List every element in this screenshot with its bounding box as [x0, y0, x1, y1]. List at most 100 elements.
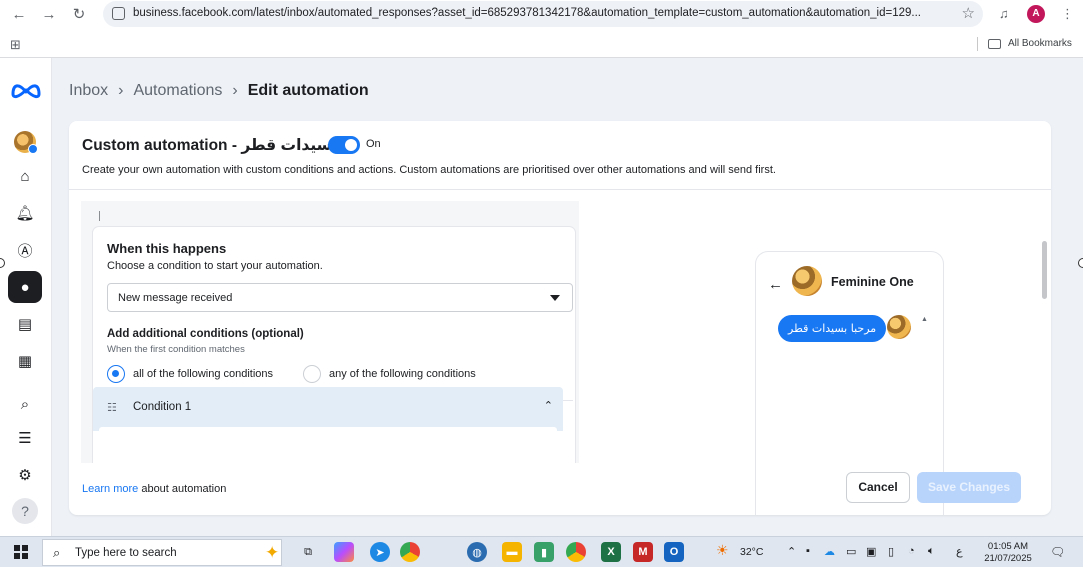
automation-editor[interactable]: When this happens Choose a condition to …: [81, 201, 579, 463]
windows-taskbar: ⌕ Type here to search ✦ ⧉ ➤ ◍ ▬ ▮ X M O …: [0, 536, 1083, 567]
preview-message-bubble: مرحبا بسيدات قطر: [778, 315, 887, 342]
clock[interactable]: 01:05 AM 21/07/2025: [980, 541, 1036, 565]
wifi-icon[interactable]: ◔: [908, 545, 915, 557]
store-app-icon[interactable]: ▮: [534, 542, 554, 562]
meta-logo-icon[interactable]: [10, 80, 42, 100]
chrome-icon[interactable]: [400, 542, 420, 562]
trigger-subtitle: Choose a condition to start your automat…: [107, 260, 323, 272]
help-icon[interactable]: ?: [12, 498, 38, 524]
automation-card: Custom automation - سيدات قطر On Create …: [69, 121, 1051, 515]
taskbar-search[interactable]: ⌕ Type here to search ✦: [42, 539, 282, 566]
tray-app-icon[interactable]: ▣: [866, 545, 876, 558]
planner-icon[interactable]: ▦: [8, 345, 42, 377]
onedrive-icon[interactable]: ☁: [824, 545, 835, 558]
cancel-button[interactable]: Cancel: [846, 472, 910, 503]
globe-app-icon[interactable]: ◍: [467, 542, 487, 562]
back-arrow-icon[interactable]: ←: [10, 6, 28, 24]
network-icon[interactable]: ▭: [846, 545, 856, 558]
folder-icon[interactable]: [988, 39, 1001, 49]
drag-handle-icon[interactable]: ☷: [107, 401, 117, 414]
notification-icon[interactable]: 🗨︎: [1050, 545, 1065, 559]
media-control-icon[interactable]: ♫: [999, 6, 1009, 21]
more-menu-icon[interactable]: ⋮: [1061, 6, 1074, 22]
breadcrumb: Inbox › Automations › Edit automation: [69, 82, 369, 100]
weather-sun-icon[interactable]: ☀: [716, 542, 729, 559]
chevron-right-icon: ›: [232, 82, 238, 99]
radio-all-conditions[interactable]: [107, 365, 125, 383]
mcafee-icon[interactable]: M: [633, 542, 653, 562]
condition-select-value: New message received: [118, 292, 233, 304]
page-content: ⌂ 🔔︎ Ⓐ ● ▤ ▦ ⌕ ☰ ⚙ ? Inbox › Automations › E…: [0, 58, 1083, 536]
additional-conditions-subtitle: When the first condition matches: [107, 344, 245, 355]
toggle-knob: [345, 139, 357, 151]
address-bar[interactable]: business.facebook.com/latest/inbox/autom…: [103, 1, 983, 27]
profile-avatar[interactable]: A: [1027, 5, 1045, 23]
content-icon[interactable]: ▤: [8, 308, 42, 340]
tray-app-icon[interactable]: ▪: [806, 545, 810, 557]
bookmark-star-icon[interactable]: ☆: [962, 4, 975, 22]
toggle-label: On: [366, 138, 381, 150]
taskbar-search-placeholder: Type here to search: [75, 547, 177, 559]
back-arrow-icon: ←: [768, 276, 783, 293]
chrome-active-icon[interactable]: [566, 542, 586, 562]
inbox-icon[interactable]: ●: [8, 271, 42, 303]
browser-toolbar: ← → ↻ business.facebook.com/latest/inbox…: [0, 0, 1083, 30]
condition-1-header[interactable]: ☷ Condition 1 ⌃: [93, 387, 563, 431]
file-explorer-icon[interactable]: ▬: [502, 542, 522, 562]
apps-grid-icon[interactable]: ⊞: [10, 37, 21, 53]
clock-time: 01:05 AM: [987, 541, 1029, 552]
reload-icon[interactable]: ↻: [70, 6, 88, 24]
bookmarks-divider: [977, 37, 978, 51]
chevron-right-icon: ›: [118, 82, 124, 99]
preview-page-name: Feminine One: [831, 275, 914, 289]
windows-start-icon[interactable]: [14, 545, 28, 559]
page-scrollbar[interactable]: [1042, 241, 1047, 299]
tray-chevron-icon[interactable]: ⌃: [787, 545, 796, 558]
site-info-icon[interactable]: [112, 7, 125, 20]
battery-icon[interactable]: ▯: [888, 545, 894, 558]
copilot-app-icon[interactable]: [334, 542, 354, 562]
home-icon[interactable]: ⌂: [8, 160, 42, 192]
condition-1-label: Condition 1: [133, 401, 192, 413]
page-avatar: [792, 266, 822, 296]
automation-description: Create your own automation with custom c…: [82, 164, 776, 176]
forward-arrow-icon[interactable]: →: [40, 6, 58, 24]
input-language[interactable]: ع: [956, 545, 963, 558]
learn-more-link[interactable]: Learn more: [82, 483, 138, 495]
page-title: Edit automation: [247, 82, 369, 99]
all-bookmarks-link[interactable]: All Bookmarks: [1008, 38, 1072, 49]
radio-any-conditions[interactable]: [303, 365, 321, 383]
search-icon: ⌕: [53, 545, 61, 560]
bookmarks-bar: ⊞ All Bookmarks: [0, 30, 1083, 58]
radio-all-label[interactable]: all of the following conditions: [133, 368, 273, 380]
copilot-sparkle-icon[interactable]: ✦: [265, 543, 279, 563]
trigger-title: When this happens: [107, 241, 227, 256]
breadcrumb-automations[interactable]: Automations: [133, 82, 222, 99]
search-icon[interactable]: ⌕: [8, 388, 42, 420]
settings-gear-icon[interactable]: ⚙: [8, 459, 42, 491]
volume-icon[interactable]: 🔈︎: [928, 545, 935, 558]
excel-icon[interactable]: X: [601, 542, 621, 562]
url-text[interactable]: business.facebook.com/latest/inbox/autom…: [133, 7, 943, 19]
menu-list-icon[interactable]: ☰: [8, 422, 42, 454]
outlook-icon[interactable]: O: [664, 542, 684, 562]
save-changes-button[interactable]: Save Changes: [917, 472, 1021, 503]
task-view-icon[interactable]: ⧉: [298, 542, 318, 562]
breadcrumb-inbox[interactable]: Inbox: [69, 82, 108, 99]
ads-icon[interactable]: Ⓐ: [8, 234, 42, 266]
sender-avatar: [887, 315, 911, 339]
messenger-icon[interactable]: ➤: [370, 542, 390, 562]
scroll-up-icon[interactable]: ▲: [921, 316, 928, 323]
chevron-up-icon[interactable]: ⌃: [544, 399, 553, 412]
clock-date: 21/07/2025: [984, 553, 1032, 564]
condition-1-body: [99, 427, 557, 437]
automation-title: Custom automation - سيدات قطر: [82, 137, 332, 154]
weather-temperature[interactable]: 32°C: [740, 546, 763, 558]
radio-any-label[interactable]: any of the following conditions: [329, 368, 476, 380]
automation-toggle[interactable]: [328, 136, 360, 154]
flow-connector: [99, 211, 100, 221]
learn-more-text: Learn more about automation: [82, 483, 226, 495]
caret-down-icon: [550, 295, 560, 301]
bell-icon[interactable]: 🔔︎: [8, 197, 42, 229]
condition-select[interactable]: New message received: [107, 283, 573, 312]
